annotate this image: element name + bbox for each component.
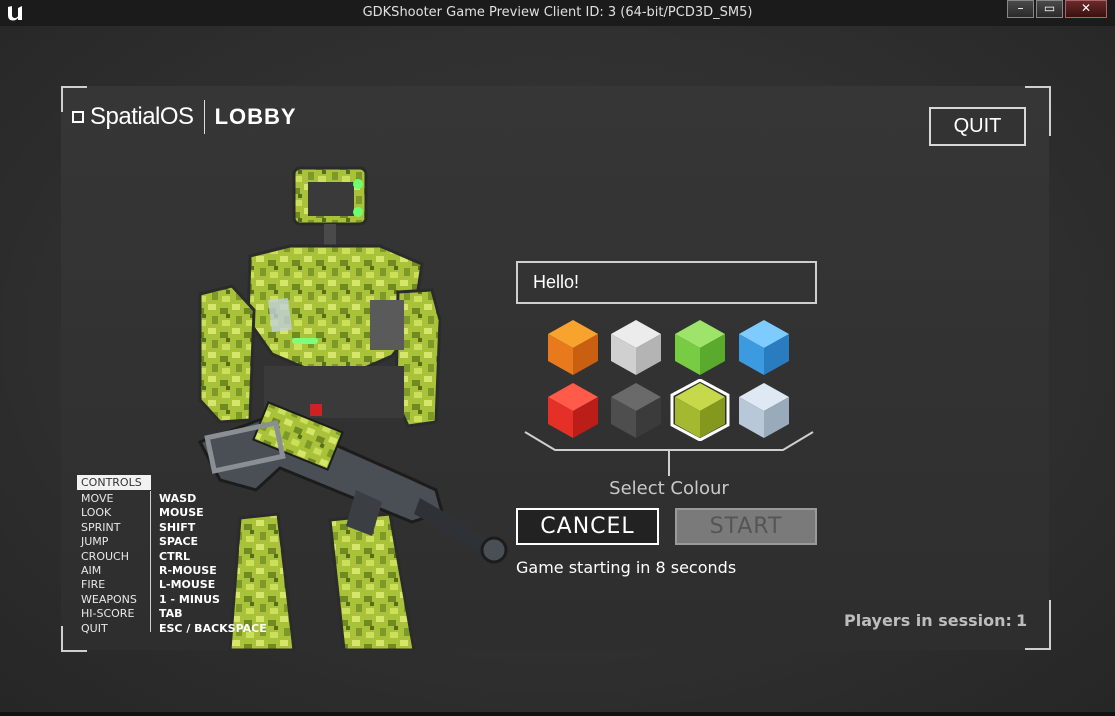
control-key: SHIFT bbox=[159, 520, 196, 534]
countdown-status: Game starting in 8 seconds bbox=[516, 558, 737, 577]
quit-button[interactable]: QUIT bbox=[929, 107, 1026, 146]
controls-heading: CONTROLS bbox=[77, 475, 151, 490]
control-key: CTRL bbox=[159, 549, 191, 563]
control-action: MOVE bbox=[81, 492, 114, 505]
control-key: 1 - MINUS bbox=[159, 592, 220, 606]
select-colour-label: Select Colour bbox=[609, 478, 729, 499]
control-key: WASD bbox=[159, 492, 197, 505]
colour-swatch-white[interactable] bbox=[606, 316, 666, 378]
controls-divider bbox=[150, 491, 151, 632]
header-divider bbox=[203, 100, 205, 134]
control-action: SPRINT bbox=[81, 520, 121, 534]
select-colour-bracket bbox=[524, 431, 814, 476]
players-in-session-label: Players in session: bbox=[844, 611, 1012, 630]
control-key: ESC / BACKSPACE bbox=[159, 621, 267, 635]
cancel-button[interactable]: CANCEL bbox=[516, 508, 659, 545]
window-controls: – ▭ ✕ bbox=[1005, 0, 1107, 18]
control-action: LOOK bbox=[81, 506, 112, 520]
spatialos-logo: SpatialOS LOBBY bbox=[72, 100, 297, 134]
window-title: GDKShooter Game Preview Client ID: 3 (64… bbox=[362, 5, 753, 20]
brand-name: SpatialOS bbox=[90, 103, 194, 130]
panel-corner-top-right bbox=[1025, 86, 1051, 136]
control-key: R-MOUSE bbox=[159, 563, 217, 577]
start-button[interactable]: START bbox=[675, 508, 817, 545]
page-title: LOBBY bbox=[214, 104, 297, 129]
window-titlebar[interactable]: GDKShooter Game Preview Client ID: 3 (64… bbox=[0, 0, 1115, 26]
control-action: QUIT bbox=[81, 621, 108, 635]
players-in-session-count: 1 bbox=[1016, 611, 1028, 630]
control-action: AIM bbox=[81, 563, 102, 577]
control-key: SPACE bbox=[159, 535, 199, 549]
control-key: MOUSE bbox=[159, 506, 204, 520]
control-action: HI-SCORE bbox=[81, 607, 135, 621]
control-action: CROUCH bbox=[81, 549, 129, 563]
close-button[interactable]: ✕ bbox=[1065, 0, 1107, 18]
spatialos-square-icon bbox=[72, 111, 84, 123]
control-action: FIRE bbox=[81, 578, 106, 592]
control-key: L-MOUSE bbox=[159, 578, 216, 592]
control-action: JUMP bbox=[81, 535, 109, 549]
minimize-button[interactable]: – bbox=[1007, 0, 1034, 18]
colour-swatch-green[interactable] bbox=[670, 316, 730, 378]
control-action: WEAPONS bbox=[81, 592, 137, 606]
player-name-input[interactable] bbox=[516, 261, 817, 304]
panel-corner-bottom-right bbox=[1025, 600, 1051, 650]
window-bottom-border bbox=[0, 712, 1115, 716]
colour-swatch-orange[interactable] bbox=[543, 316, 603, 378]
colour-swatch-blue[interactable] bbox=[734, 316, 794, 378]
maximize-button[interactable]: ▭ bbox=[1036, 0, 1063, 18]
control-key: TAB bbox=[159, 607, 183, 621]
